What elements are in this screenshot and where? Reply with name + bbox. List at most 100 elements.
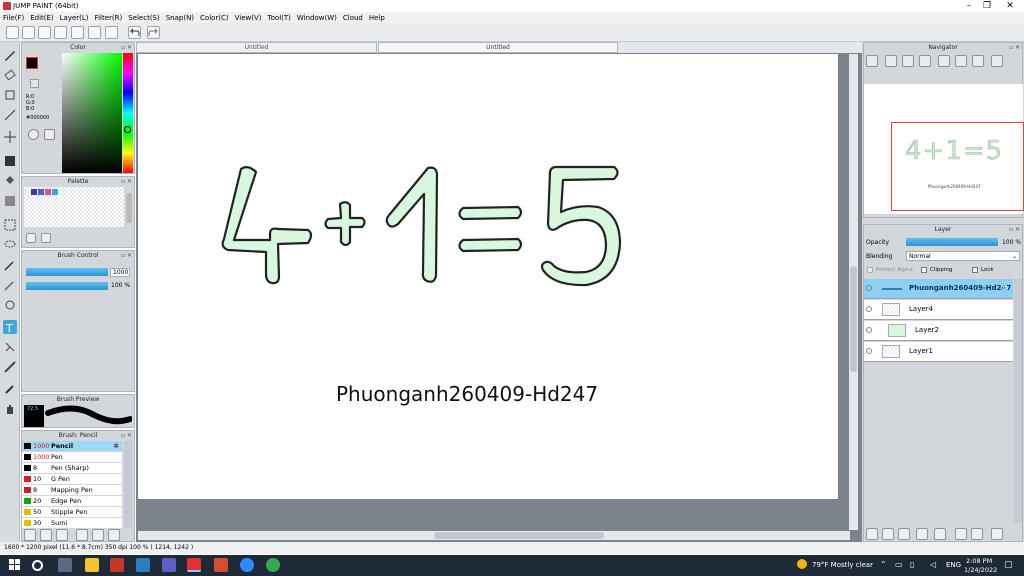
palette-swatch[interactable] bbox=[45, 189, 51, 195]
chevron-up-icon[interactable]: ⌃ bbox=[880, 560, 887, 569]
task-view-icon[interactable] bbox=[58, 558, 72, 572]
comment-icon[interactable] bbox=[54, 26, 67, 39]
app-icon[interactable] bbox=[110, 558, 124, 572]
network-icon[interactable]: ▭ bbox=[895, 560, 903, 569]
panel-controls[interactable]: ▫ ✕ bbox=[121, 44, 132, 51]
delete-palette-icon[interactable] bbox=[41, 233, 51, 243]
clock-time[interactable]: 2:08 PM bbox=[966, 557, 992, 565]
folder-icon[interactable] bbox=[934, 528, 946, 540]
weather-text[interactable]: 79°F Mostly clear bbox=[812, 561, 873, 569]
layer-row[interactable]: Phuonganh260409-Hd247 ✲ bbox=[864, 279, 1013, 299]
menu-color[interactable]: Color(C) bbox=[197, 12, 232, 23]
brush-folder-icon[interactable] bbox=[24, 529, 36, 541]
brush-delete-icon[interactable] bbox=[108, 529, 120, 541]
open-icon[interactable] bbox=[22, 26, 35, 39]
hue-slider[interactable] bbox=[123, 53, 133, 173]
visibility-icon[interactable] bbox=[866, 348, 872, 354]
actual-size-icon[interactable] bbox=[919, 55, 931, 67]
new-brush-icon[interactable] bbox=[40, 529, 52, 541]
brush-item[interactable]: 20 Edge Pen bbox=[22, 496, 122, 506]
operation-tool-icon[interactable] bbox=[3, 340, 17, 354]
menu-edit[interactable]: Edit(E) bbox=[27, 12, 56, 23]
color-mode-icon[interactable] bbox=[28, 129, 39, 140]
weather-icon[interactable] bbox=[797, 559, 807, 569]
pen-tool-icon[interactable] bbox=[3, 48, 17, 62]
clipping-checkbox[interactable] bbox=[921, 267, 927, 273]
rectangle-tool-icon[interactable] bbox=[3, 88, 17, 102]
menu-window[interactable]: Window(W) bbox=[294, 12, 340, 23]
brush-tool-icon[interactable] bbox=[3, 108, 17, 122]
fill-rect-tool-icon[interactable] bbox=[3, 154, 17, 168]
layer-opacity-slider[interactable] bbox=[906, 238, 998, 246]
layer-mask-icon[interactable] bbox=[971, 528, 983, 540]
menu-filter[interactable]: Filter(R) bbox=[92, 12, 126, 23]
vertical-scrollbar[interactable] bbox=[849, 54, 858, 530]
menu-cloud[interactable]: Cloud bbox=[340, 12, 366, 23]
tab-untitled-1[interactable]: Untitled bbox=[136, 42, 377, 53]
vertical-scroll-thumb[interactable] bbox=[850, 266, 857, 372]
brush-item[interactable]: 30 Sumi bbox=[22, 518, 122, 528]
brush-item[interactable]: 10 G Pen bbox=[22, 474, 122, 484]
delete-layer-icon[interactable] bbox=[991, 528, 1003, 540]
gear-icon[interactable]: ✲ bbox=[1002, 284, 1008, 292]
volume-icon[interactable]: ◁ bbox=[930, 560, 936, 569]
brush-item[interactable]: 1000 Pencil ✲ bbox=[22, 441, 122, 451]
camera-icon[interactable] bbox=[136, 558, 150, 572]
brush-size-value[interactable]: 1000 bbox=[110, 268, 130, 277]
palette-scrollbar[interactable] bbox=[126, 193, 132, 223]
menu-tool[interactable]: Tool(T) bbox=[265, 12, 294, 23]
menu-snap[interactable]: Snap(N) bbox=[163, 12, 197, 23]
visibility-icon[interactable] bbox=[866, 306, 872, 312]
layer-list-scrollbar[interactable] bbox=[1014, 279, 1022, 523]
brush-settings-icon[interactable] bbox=[76, 529, 88, 541]
close-button[interactable]: ✕ bbox=[996, 0, 1024, 12]
copy-layer-icon[interactable] bbox=[898, 528, 910, 540]
zoom-icon[interactable] bbox=[240, 558, 254, 572]
search-icon[interactable] bbox=[32, 560, 43, 571]
gear-icon[interactable]: ✲ bbox=[114, 441, 119, 451]
brush-item[interactable]: 8 Mapping Pen bbox=[22, 485, 122, 495]
panel-controls[interactable]: ▫ ✕ bbox=[1009, 44, 1020, 51]
rotate-left-icon[interactable] bbox=[938, 55, 950, 67]
layer-row[interactable]: Layer1 bbox=[864, 342, 1013, 362]
canvas-paper[interactable]: Phuonganh260409-Hd247 bbox=[138, 54, 838, 499]
reset-rotation-icon[interactable] bbox=[955, 55, 967, 67]
horizontal-scrollbar[interactable] bbox=[138, 531, 850, 540]
text-tool-icon[interactable]: T bbox=[3, 320, 17, 335]
brush-item[interactable]: 50 Stipple Pen bbox=[22, 507, 122, 517]
undo-icon[interactable] bbox=[128, 26, 141, 39]
protect-alpha-checkbox[interactable] bbox=[867, 267, 873, 273]
notification-icon[interactable]: ▢ bbox=[1004, 560, 1013, 570]
visibility-icon[interactable] bbox=[866, 327, 872, 333]
menu-help[interactable]: Help bbox=[366, 12, 388, 23]
menu-select[interactable]: Select(S) bbox=[125, 12, 163, 23]
new-layer-folder-icon[interactable] bbox=[882, 528, 894, 540]
palette-swatch[interactable] bbox=[52, 189, 58, 195]
merge-layer-icon[interactable] bbox=[955, 528, 967, 540]
save-icon[interactable] bbox=[38, 26, 51, 39]
magic-wand-tool-icon[interactable] bbox=[3, 258, 17, 272]
menu-layer[interactable]: Layer(L) bbox=[57, 12, 92, 23]
layer-row[interactable]: Layer2 bbox=[864, 321, 1013, 341]
jump-paint-taskbar-icon[interactable] bbox=[187, 558, 201, 572]
zoom-in-icon[interactable] bbox=[866, 55, 878, 67]
select-pen-tool-icon[interactable] bbox=[3, 278, 17, 292]
windows-start-icon[interactable] bbox=[8, 558, 22, 572]
frame-tool-icon[interactable] bbox=[3, 360, 17, 374]
color-wheel-icon[interactable] bbox=[44, 129, 55, 140]
horizontal-scroll-thumb[interactable] bbox=[434, 532, 604, 539]
panel-controls[interactable]: ▫ ✕ bbox=[121, 432, 132, 439]
hue-slider-handle[interactable] bbox=[124, 126, 131, 133]
visibility-icon[interactable] bbox=[866, 285, 872, 291]
grid-icon[interactable] bbox=[105, 26, 118, 39]
zoom-out-icon[interactable] bbox=[885, 55, 897, 67]
battery-icon[interactable]: ▯ bbox=[910, 560, 914, 569]
foreground-color-swatch[interactable] bbox=[26, 57, 38, 69]
teams-icon[interactable] bbox=[162, 558, 176, 572]
page-icon[interactable] bbox=[71, 26, 84, 39]
hand-tool-icon[interactable] bbox=[3, 402, 17, 416]
menu-view[interactable]: View(V) bbox=[232, 12, 265, 23]
brush-list-scrollbar[interactable] bbox=[124, 441, 132, 527]
redo-icon[interactable] bbox=[147, 26, 160, 39]
panel-controls[interactable]: ▫ ✕ bbox=[121, 252, 132, 259]
